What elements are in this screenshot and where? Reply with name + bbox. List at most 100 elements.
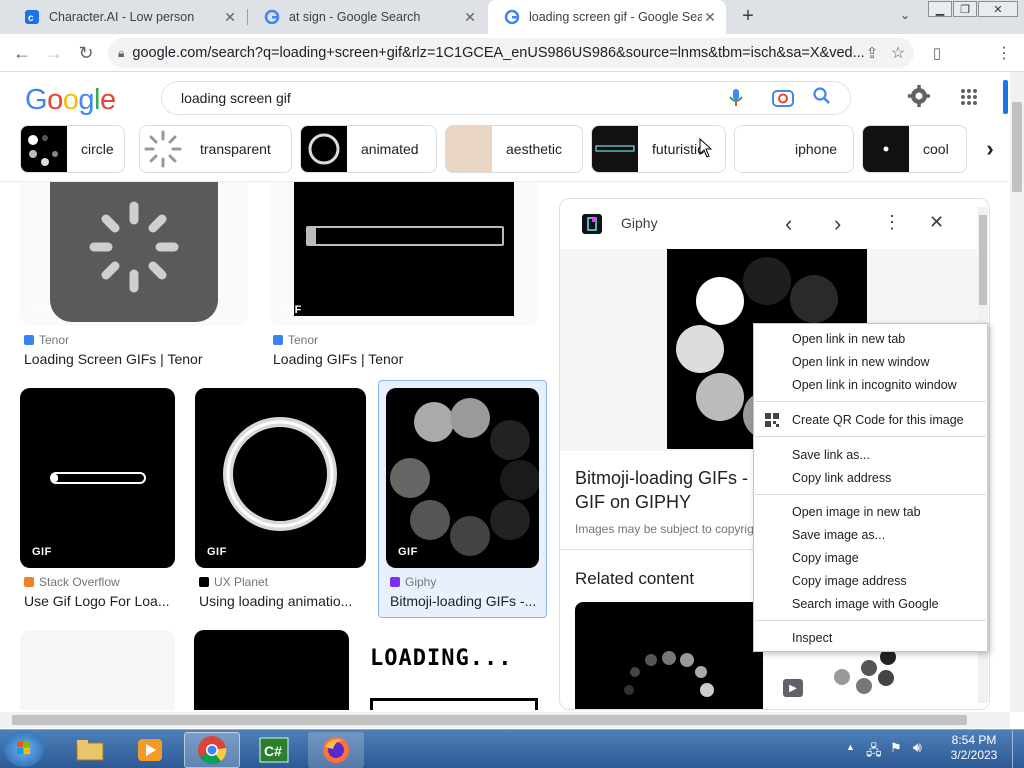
menu-create-qr-code[interactable]: Create QR Code for this image bbox=[792, 410, 964, 430]
menu-copy-image[interactable]: Copy image bbox=[792, 548, 859, 568]
chip-cool[interactable]: cool bbox=[862, 125, 967, 173]
chip-label: circle bbox=[81, 141, 114, 157]
action-center-flag-icon[interactable]: ⚑ bbox=[890, 740, 902, 756]
new-tab-icon[interactable]: + bbox=[738, 6, 758, 26]
more-options-icon[interactable]: ⋮ bbox=[883, 212, 901, 233]
result-image[interactable] bbox=[20, 630, 175, 710]
chip-transparent[interactable]: transparent bbox=[139, 125, 292, 173]
menu-kebab-icon[interactable]: ⋮ bbox=[992, 41, 1016, 65]
csharp-ide-icon[interactable]: C# bbox=[246, 732, 302, 768]
menu-copy-link-address[interactable]: Copy link address bbox=[792, 468, 891, 488]
result-title[interactable]: Using loading animatio... bbox=[199, 593, 361, 609]
show-hidden-icons-icon[interactable]: ▲ bbox=[846, 742, 855, 752]
next-chevron-icon[interactable]: › bbox=[834, 211, 841, 237]
result-image[interactable]: GIF bbox=[195, 388, 366, 568]
file-explorer-icon[interactable] bbox=[62, 732, 118, 768]
menu-open-link-new-window[interactable]: Open link in new window bbox=[792, 352, 930, 372]
firefox-taskbar-icon[interactable] bbox=[308, 732, 364, 768]
search-icon[interactable] bbox=[812, 86, 832, 111]
loading-bar bbox=[370, 698, 538, 710]
panel-title[interactable]: Bitmoji-loading GIFs - GIF on GIPHY bbox=[575, 466, 748, 514]
result-image[interactable] bbox=[194, 630, 349, 710]
close-window-icon[interactable]: ✕ bbox=[978, 1, 1018, 17]
show-desktop-button[interactable] bbox=[1012, 730, 1024, 768]
settings-gear-icon[interactable] bbox=[907, 84, 931, 113]
result-image[interactable]: GIF bbox=[20, 388, 175, 568]
chip-thumbnail bbox=[446, 126, 492, 172]
back-arrow-icon[interactable]: ← bbox=[10, 41, 34, 65]
menu-search-image-google[interactable]: Search image with Google bbox=[792, 594, 939, 614]
horizontal-scrollbar[interactable] bbox=[0, 712, 1010, 728]
result-source[interactable]: Tenor bbox=[273, 333, 318, 347]
result-image[interactable]: GIF bbox=[386, 388, 539, 568]
result-image[interactable]: GIF bbox=[20, 182, 248, 326]
media-player-icon[interactable] bbox=[122, 732, 178, 768]
menu-copy-image-address[interactable]: Copy image address bbox=[792, 571, 907, 591]
menu-open-image-new-tab[interactable]: Open image in new tab bbox=[792, 502, 921, 522]
microphone-icon[interactable] bbox=[728, 88, 744, 113]
result-source[interactable]: UX Planet bbox=[199, 575, 268, 589]
previous-chevron-icon[interactable]: ‹ bbox=[785, 211, 792, 237]
result-source[interactable]: Tenor bbox=[24, 333, 69, 347]
clock[interactable]: 8:54 PM 3/2/2023 bbox=[944, 733, 1004, 763]
menu-separator bbox=[755, 494, 986, 495]
menu-open-link-new-tab[interactable]: Open link in new tab bbox=[792, 329, 905, 349]
side-panel-icon[interactable]: ▯ bbox=[925, 41, 949, 65]
qr-code-icon bbox=[765, 413, 779, 430]
result-title[interactable]: Loading GIFs | Tenor bbox=[273, 351, 533, 367]
close-tab-icon[interactable]: ✕ bbox=[462, 9, 478, 26]
menu-open-link-incognito[interactable]: Open link in incognito window bbox=[792, 375, 957, 395]
search-input[interactable]: loading screen gif bbox=[161, 81, 851, 115]
google-logo[interactable]: Google bbox=[25, 84, 116, 117]
reload-icon[interactable]: ↻ bbox=[74, 41, 98, 65]
result-title[interactable]: Loading Screen GIFs | Tenor bbox=[24, 351, 254, 367]
result-image[interactable]: LOADING... bbox=[368, 630, 540, 710]
source-label: Tenor bbox=[288, 333, 319, 347]
address-bar[interactable]: 🔒︎ google.com/search?q=loading+screen+gi… bbox=[108, 38, 914, 68]
clock-time: 8:54 PM bbox=[951, 733, 997, 747]
chip-animated[interactable]: animated bbox=[300, 125, 437, 173]
lens-camera-icon[interactable] bbox=[772, 88, 794, 113]
tab-character-ai[interactable]: c Character.AI - Low person ✕ bbox=[8, 0, 246, 34]
menu-inspect[interactable]: Inspect bbox=[792, 628, 832, 648]
close-panel-icon[interactable]: ✕ bbox=[929, 212, 944, 233]
network-icon[interactable]: 🖧︎ bbox=[866, 740, 882, 764]
chrome-taskbar-icon[interactable] bbox=[184, 732, 240, 768]
page-scrollbar[interactable] bbox=[1010, 72, 1024, 712]
chip-aesthetic[interactable]: aesthetic bbox=[445, 125, 583, 173]
minimize-icon[interactable]: ▁ bbox=[928, 1, 952, 17]
chip-label: animated bbox=[361, 141, 419, 157]
volume-icon[interactable]: 🔊︎ bbox=[913, 739, 922, 756]
tab-at-sign[interactable]: at sign - Google Search ✕ bbox=[248, 0, 486, 34]
start-button-icon[interactable] bbox=[4, 731, 44, 767]
dots-spinner-image bbox=[390, 398, 539, 556]
close-tab-icon[interactable]: ✕ bbox=[222, 9, 238, 26]
result-title[interactable]: Bitmoji-loading GIFs -... bbox=[390, 593, 542, 609]
result-source[interactable]: Stack Overflow bbox=[24, 575, 120, 589]
forward-arrow-icon[interactable]: → bbox=[42, 41, 66, 65]
result-source[interactable]: Giphy bbox=[390, 575, 436, 589]
menu-save-image-as[interactable]: Save image as... bbox=[792, 525, 885, 545]
play-icon[interactable]: ▶ bbox=[783, 679, 803, 697]
tab-loading-screen-gif[interactable]: loading screen gif - Google Search ✕ bbox=[488, 0, 726, 34]
chips-next-chevron-icon[interactable]: › bbox=[972, 126, 1008, 172]
menu-save-link-as[interactable]: Save link as... bbox=[792, 445, 870, 465]
related-image[interactable] bbox=[575, 602, 763, 709]
chip-label: iphone bbox=[795, 141, 838, 157]
close-tab-icon[interactable]: ✕ bbox=[702, 9, 718, 26]
restore-icon[interactable]: ❐ bbox=[953, 1, 977, 17]
chip-iphone[interactable]: iphone bbox=[734, 125, 854, 173]
apps-grid-icon[interactable] bbox=[960, 88, 978, 111]
tab-search-chevron-icon[interactable]: ⌄ bbox=[896, 8, 914, 26]
chip-circle[interactable]: circle bbox=[20, 125, 125, 173]
panel-source[interactable]: Giphy bbox=[621, 215, 658, 231]
result-image[interactable]: GIF bbox=[270, 182, 538, 326]
tenor-icon bbox=[24, 335, 34, 345]
search-query: loading screen gif bbox=[181, 90, 291, 106]
lock-icon[interactable]: 🔒︎ bbox=[118, 46, 124, 61]
bookmark-star-icon[interactable]: ☆ bbox=[886, 41, 910, 65]
result-title[interactable]: Use Gif Logo For Loa... bbox=[24, 593, 176, 609]
share-icon[interactable]: ⇪ bbox=[860, 41, 884, 65]
chip-thumbnail bbox=[21, 126, 67, 172]
chip-label: aesthetic bbox=[506, 141, 563, 157]
